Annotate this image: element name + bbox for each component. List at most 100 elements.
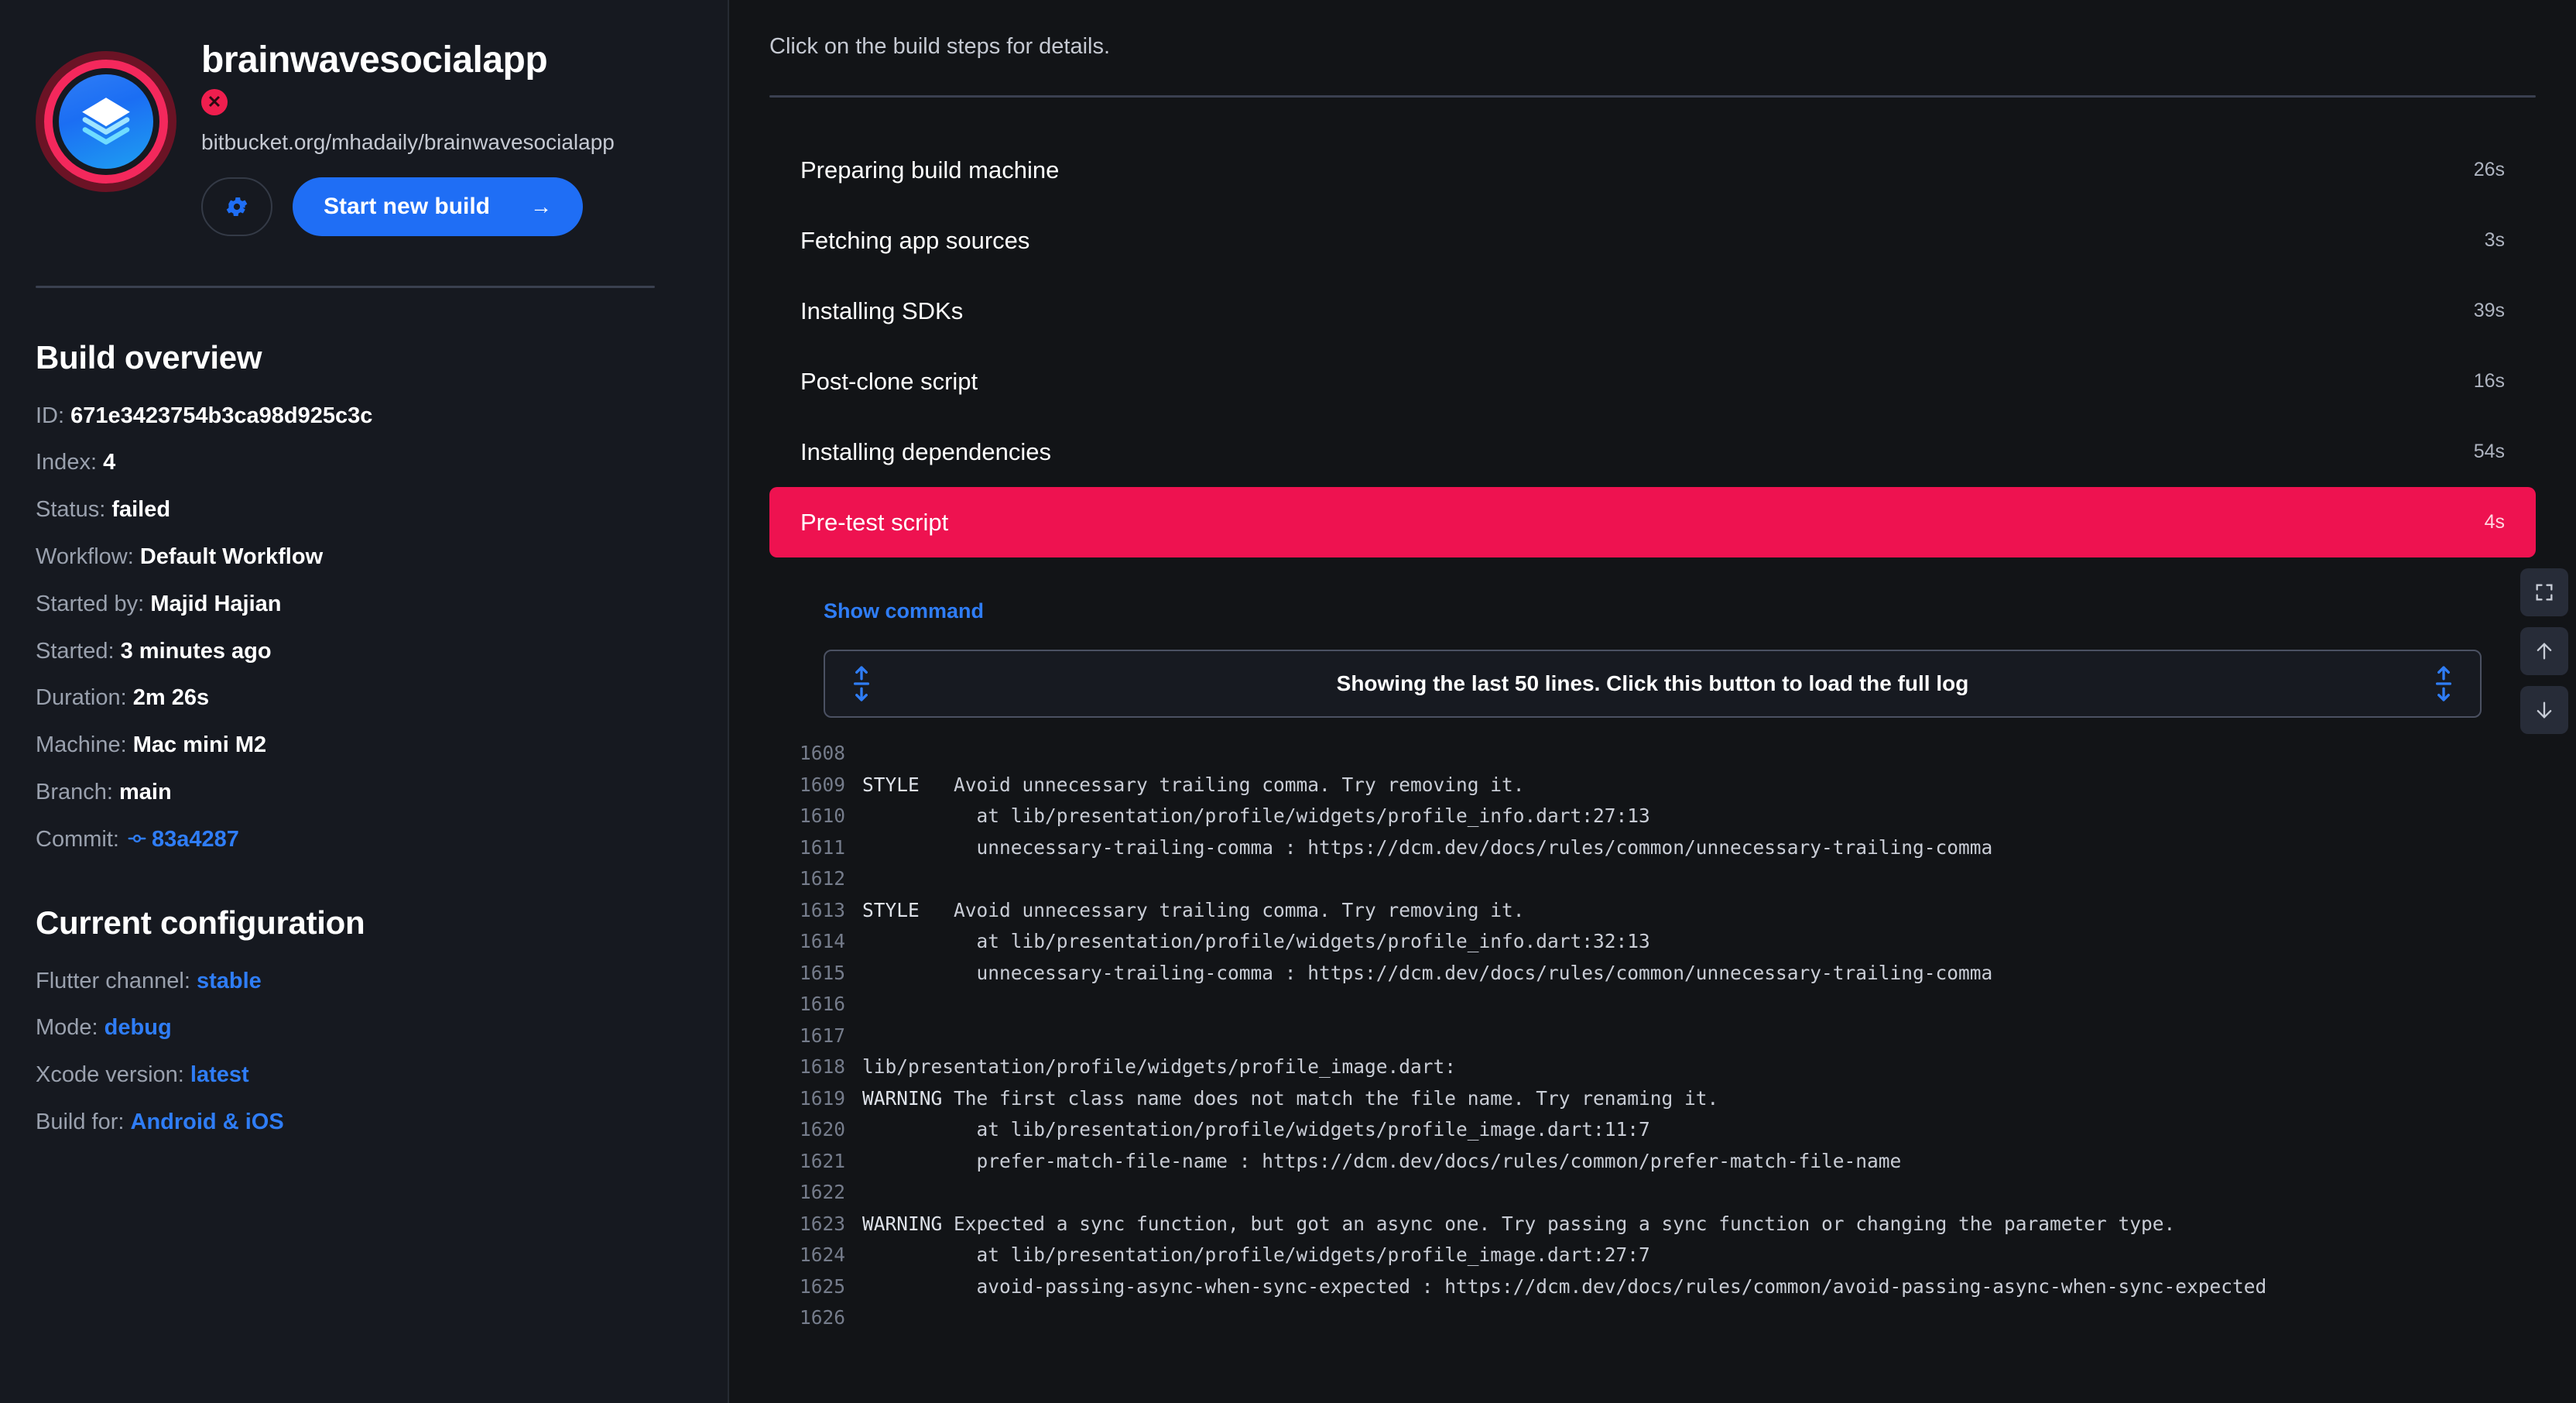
show-command-link[interactable]: Show command: [824, 599, 2536, 623]
overview-row-value: 2m 26s: [132, 685, 210, 711]
gear-icon: [226, 197, 248, 216]
status-badge-row: ✕: [201, 88, 615, 115]
log-line-number: 1625: [799, 1274, 845, 1298]
overview-row-value[interactable]: 83a4287: [152, 827, 239, 852]
build-step-row[interactable]: Fetching app sources 3s: [769, 205, 2536, 276]
log-line-number: 1626: [799, 1306, 845, 1329]
expand-fullscreen-button[interactable]: [2520, 568, 2568, 616]
log-line-number: 1608: [799, 742, 845, 764]
log-line-severity: [862, 832, 954, 864]
config-row-value[interactable]: latest: [190, 1062, 249, 1087]
log-line-number: 1622: [799, 1181, 845, 1203]
log-line-text: unnecessary-trailing-comma : https://dcm…: [954, 835, 1993, 859]
build-step-row[interactable]: Pre-test script 4s: [769, 487, 2536, 557]
overview-row-label: Branch:: [36, 779, 119, 804]
config-row-mode: Mode: debug: [36, 1014, 692, 1041]
log-line-severity: [862, 1146, 954, 1178]
main-content: Click on the build steps for details. Pr…: [729, 0, 2576, 1403]
settings-button[interactable]: [201, 177, 272, 236]
build-step-label: Preparing build machine: [800, 156, 1060, 184]
log-line-severity: [862, 1302, 954, 1334]
log-line-text: unnecessary-trailing-comma : https://dcm…: [954, 961, 1993, 984]
arrow-up-icon: [2537, 643, 2552, 660]
overview-row-duration: Duration: 2m 26s: [36, 684, 692, 712]
log-line-text: at lib/presentation/profile/widgets/prof…: [954, 930, 1650, 952]
build-step-row[interactable]: Installing dependencies 54s: [769, 417, 2536, 487]
current-configuration-title: Current configuration: [36, 904, 365, 941]
build-step-duration: 26s: [2473, 159, 2505, 180]
log-line-severity: [862, 989, 954, 1021]
log-line-severity: [862, 926, 954, 958]
log-line: 1625 avoid-passing-async-when-sync-expec…: [796, 1271, 2536, 1303]
log-line-number: 1609: [799, 773, 845, 796]
config-row-value[interactable]: Android & iOS: [131, 1110, 284, 1134]
log-line-severity: [862, 958, 954, 990]
config-row-label: Flutter channel:: [36, 968, 197, 993]
scroll-to-top-button[interactable]: [2520, 627, 2568, 675]
log-line: 1610 at lib/presentation/profile/widgets…: [796, 801, 2536, 832]
log-line-text: lib/presentation/profile/widgets/profile…: [862, 1055, 1457, 1078]
overview-row-label: Started by:: [36, 591, 151, 616]
build-step-label: Fetching app sources: [800, 226, 1030, 254]
overview-row-status: Status: failed: [36, 496, 692, 523]
app-logo: [36, 51, 176, 192]
expand-vertical-icon-right: [2434, 666, 2454, 702]
scroll-to-bottom-button[interactable]: [2520, 686, 2568, 734]
app-root: brainwavesocialapp ✕ bitbucket.org/mhada…: [0, 0, 2576, 1403]
log-line: 1614 at lib/presentation/profile/widgets…: [796, 926, 2536, 958]
log-line: 1617: [796, 1021, 2536, 1052]
log-line-number: 1610: [799, 804, 845, 827]
load-full-log-label: Showing the last 50 lines. Click this bu…: [1336, 671, 1969, 695]
overview-row-label: Commit:: [36, 826, 125, 852]
log-line-text: prefer-match-file-name : https://dcm.dev…: [954, 1149, 1902, 1172]
config-row-value[interactable]: stable: [197, 969, 262, 993]
log-line-number: 1624: [799, 1243, 845, 1266]
expand-vertical-icon-left: [851, 666, 872, 702]
log-line-severity: [862, 1114, 954, 1146]
config-row-label: Xcode version:: [36, 1062, 190, 1088]
overview-row-startedby: Started by: Majid Hajian: [36, 591, 692, 618]
log-line: 1624 at lib/presentation/profile/widgets…: [796, 1240, 2536, 1271]
layers-icon: [82, 98, 130, 145]
overview-row-value: 4: [103, 450, 116, 475]
log-line: 1611 unnecessary-trailing-comma : https:…: [796, 832, 2536, 864]
overview-row-value: main: [119, 779, 172, 804]
log-line-number: 1618: [799, 1055, 845, 1078]
overview-row-value: failed: [111, 497, 171, 523]
brand-text: brainwavesocialapp ✕ bitbucket.org/mhada…: [201, 34, 615, 236]
overview-row-label: Duration:: [36, 685, 133, 711]
arrow-right-icon: →: [530, 194, 553, 218]
start-new-build-button[interactable]: Start new build →: [293, 177, 584, 236]
build-overview-list: ID: 671e3423754b3ca98d925c3c Index: 4 Stat…: [36, 403, 692, 853]
build-step-row[interactable]: Post-clone script 16s: [769, 346, 2536, 417]
build-step-duration: 4s: [2484, 511, 2505, 533]
load-full-log-button[interactable]: Showing the last 50 lines. Click this bu…: [824, 650, 2482, 718]
log-line-number: 1614: [799, 930, 845, 952]
main-divider: [769, 95, 2536, 98]
overview-row-value: 671e3423754b3ca98d925c3c: [70, 403, 373, 428]
build-step-row[interactable]: Installing SDKs 39s: [769, 276, 2536, 346]
overview-row-label: Workflow:: [36, 544, 140, 569]
log-line: 1612: [796, 863, 2536, 895]
log-output[interactable]: 1608 1609 STYLE Avoid unnecessary trailing …: [769, 738, 2536, 1403]
log-line-number: 1612: [799, 867, 845, 890]
build-step-row[interactable]: Preparing build machine 26s: [769, 135, 2536, 205]
log-line-text: Avoid unnecessary trailing comma. Try re…: [954, 898, 1525, 921]
start-new-build-label: Start new build: [324, 193, 491, 219]
log-line: 1620 at lib/presentation/profile/widgets…: [796, 1114, 2536, 1146]
log-line-severity: [862, 1021, 954, 1052]
log-line-number: 1616: [799, 993, 845, 1015]
build-overview-title: Build overview: [36, 338, 262, 376]
fullscreen-icon: [2536, 584, 2553, 601]
overview-row-label: ID:: [36, 403, 71, 428]
log-line-text: Avoid unnecessary trailing comma. Try re…: [954, 773, 1525, 796]
overview-row-value: Default Workflow: [139, 544, 324, 569]
log-line: 1616: [796, 989, 2536, 1021]
overview-row-branch: Branch: main: [36, 779, 692, 806]
config-row-value[interactable]: debug: [104, 1015, 172, 1040]
log-line: 1609 STYLE Avoid unnecessary trailing comm…: [796, 770, 2536, 801]
log-line-severity: STYLE: [862, 898, 920, 921]
log-line: 1623 WARNING Expected a sync function, but…: [796, 1209, 2536, 1240]
log-line-severity: STYLE: [862, 773, 920, 796]
repo-url[interactable]: bitbucket.org/mhadaily/brainwavesocialap…: [201, 128, 615, 157]
